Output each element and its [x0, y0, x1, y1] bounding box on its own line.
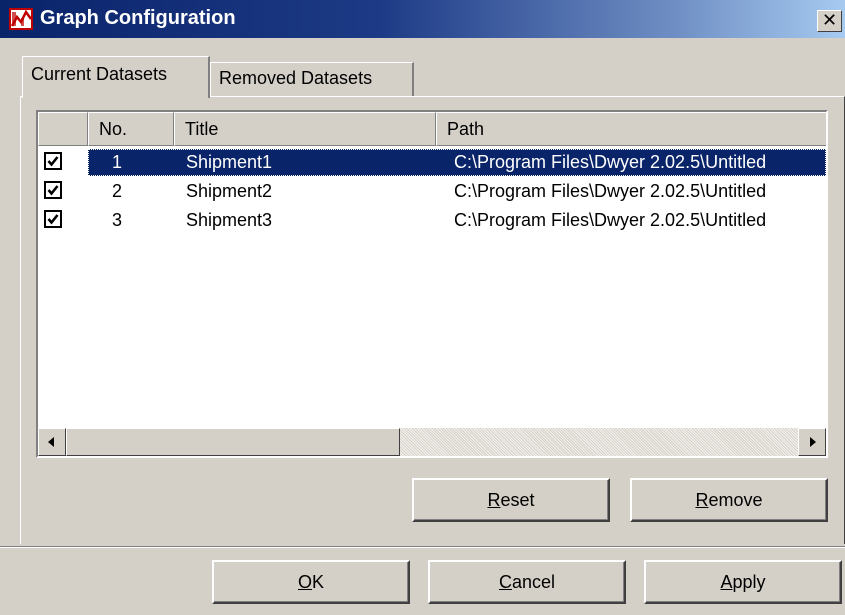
row-checkbox[interactable] [44, 152, 62, 170]
column-header-title[interactable]: Title [174, 112, 436, 146]
row-title: Shipment1 [186, 152, 273, 172]
row-checkbox[interactable] [44, 181, 62, 199]
column-header-check[interactable] [38, 112, 88, 146]
apply-button[interactable]: Apply [644, 560, 842, 604]
tab-current-datasets[interactable]: Current Datasets [22, 56, 210, 98]
table-row[interactable]: 3 Shipment3 C:\Program Files\Dwyer 2.02.… [38, 207, 826, 236]
checkmark-icon [47, 214, 59, 225]
list-header: No. Title Path [38, 112, 826, 146]
row-title: Shipment2 [186, 181, 273, 201]
scroll-left-arrow-icon [48, 437, 54, 447]
cancel-label: ancel [511, 572, 556, 592]
column-header-no[interactable]: No. [88, 112, 174, 146]
title-bar: Graph Configuration ✕ [0, 0, 845, 38]
scrollbar-thumb[interactable] [66, 428, 400, 456]
close-button[interactable]: ✕ [817, 10, 842, 32]
cancel-accel: C [498, 572, 512, 592]
row-title: Shipment3 [186, 210, 273, 230]
checkmark-icon [47, 185, 59, 196]
row-no: 1 [112, 152, 123, 172]
row-path: C:\Program Files\Dwyer 2.02.5\Untitled [454, 181, 767, 201]
row-path: C:\Program Files\Dwyer 2.02.5\Untitled [454, 152, 767, 172]
scroll-right-arrow-icon [810, 437, 816, 447]
scroll-left-button[interactable] [38, 428, 66, 456]
cancel-button[interactable]: Cancel [428, 560, 626, 604]
column-header-path[interactable]: Path [436, 112, 826, 146]
table-row[interactable]: 1 Shipment1 C:\Program Files\Dwyer 2.02.… [38, 149, 826, 178]
remove-label: emove [708, 490, 763, 510]
scroll-right-button[interactable] [798, 428, 826, 456]
graph-app-icon [9, 6, 35, 32]
row-no: 2 [112, 181, 123, 201]
separator [0, 546, 845, 548]
row-path: C:\Program Files\Dwyer 2.02.5\Untitled [454, 210, 767, 230]
remove-accel: R [695, 490, 709, 510]
checkmark-icon [47, 156, 59, 167]
apply-accel: A [720, 572, 733, 592]
window-title: Graph Configuration [40, 7, 236, 29]
ok-accel: O [297, 572, 312, 592]
apply-label: pply [732, 572, 766, 592]
reset-button[interactable]: Reset [412, 478, 610, 522]
table-row[interactable]: 2 Shipment2 C:\Program Files\Dwyer 2.02.… [38, 178, 826, 207]
remove-button[interactable]: Remove [630, 478, 828, 522]
horizontal-scrollbar[interactable] [38, 428, 826, 456]
row-checkbox[interactable] [44, 210, 62, 228]
row-no: 3 [112, 210, 123, 230]
reset-label: eset [500, 490, 535, 510]
ok-button[interactable]: OK [212, 560, 410, 604]
reset-accel: R [487, 490, 501, 510]
close-icon: ✕ [821, 10, 838, 30]
ok-label: K [312, 572, 325, 592]
dataset-list[interactable]: No. Title Path 1 Shipment1 C:\Program Fi… [36, 110, 828, 458]
tab-removed-datasets[interactable]: Removed Datasets [210, 62, 414, 96]
